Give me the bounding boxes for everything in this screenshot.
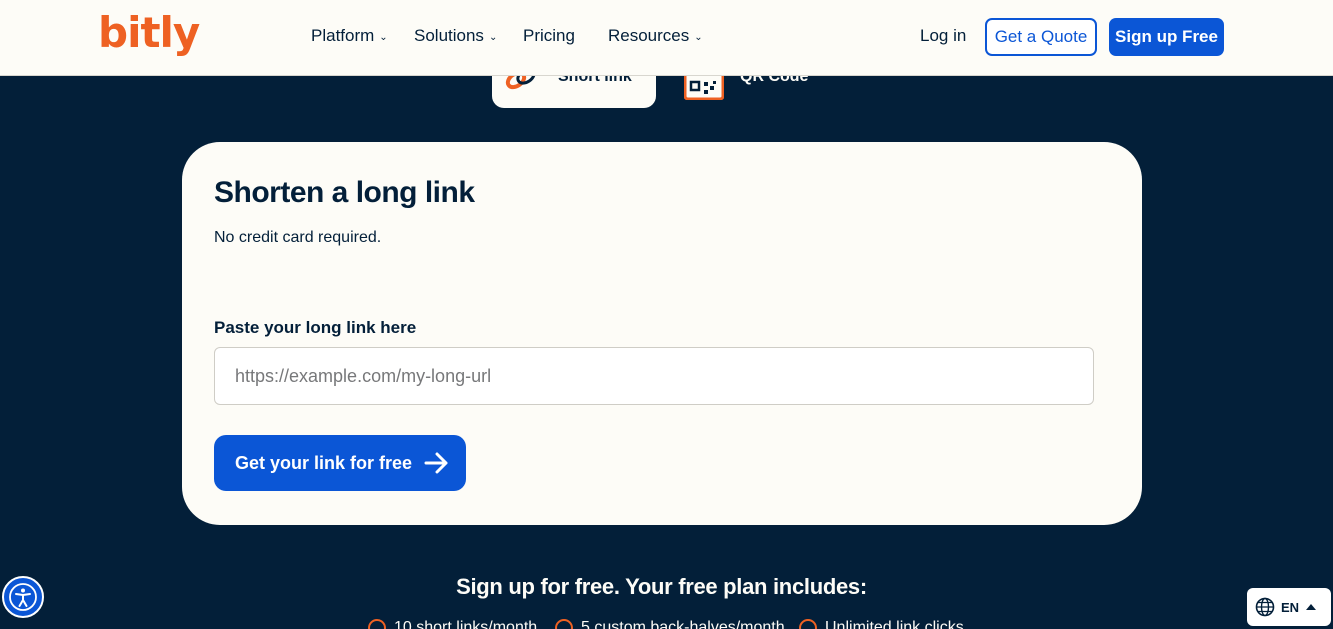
card-subtitle: No credit card required. (214, 229, 382, 246)
nav-platform-label: Platform (311, 26, 375, 45)
accessibility-button[interactable] (2, 576, 44, 618)
nav-solutions[interactable]: Solutions ⌄ (414, 26, 497, 46)
nav-pricing[interactable]: Pricing (523, 26, 575, 46)
site-header: bitly Platform ⌄ Solutions ⌄ Pricing Res… (0, 0, 1333, 76)
feature-item: 10 short links/month (368, 619, 537, 629)
long-link-label: Paste your long link here (214, 318, 417, 337)
arrow-right-icon (424, 452, 448, 474)
nav-pricing-label: Pricing (523, 26, 575, 45)
language-selector[interactable]: EN (1247, 588, 1331, 626)
feature-item: Unlimited link clicks (799, 619, 964, 629)
language-label: EN (1281, 599, 1300, 615)
check-circle-icon (799, 619, 817, 629)
card-title: Shorten a long link (214, 176, 475, 209)
feature-label: 10 short links/month (394, 619, 538, 629)
nav-resources-label: Resources (608, 26, 690, 45)
feature-label: Unlimited link clicks (825, 619, 964, 629)
sign-up-free-button[interactable]: Sign up Free (1109, 18, 1224, 56)
bitly-logo[interactable]: bitly (98, 8, 200, 57)
chevron-down-icon: ⌄ (694, 31, 703, 43)
free-plan-heading: Sign up for free. Your free plan include… (456, 574, 867, 599)
feature-item: 5 custom back-halves/month (555, 619, 785, 629)
nav-resources[interactable]: Resources ⌄ (608, 26, 703, 46)
nav-platform[interactable]: Platform ⌄ (311, 26, 388, 46)
login-link[interactable]: Log in (920, 26, 966, 46)
feature-label: 5 custom back-halves/month (581, 619, 785, 629)
get-link-button[interactable]: Get your link for free (214, 435, 466, 491)
chevron-down-icon: ⌄ (488, 31, 498, 43)
caret-up-icon (1306, 604, 1317, 610)
long-link-input[interactable] (214, 347, 1094, 405)
chevron-down-icon: ⌄ (379, 31, 388, 43)
shorten-link-card: Shorten a long link No credit card requi… (182, 142, 1142, 525)
nav-solutions-label: Solutions (414, 26, 484, 45)
check-circle-icon (555, 619, 573, 629)
accessibility-icon (9, 583, 37, 611)
globe-icon (1255, 597, 1275, 617)
check-circle-icon (368, 619, 386, 629)
get-quote-button[interactable]: Get a Quote (985, 18, 1097, 56)
get-link-button-label: Get your link for free (235, 452, 413, 473)
